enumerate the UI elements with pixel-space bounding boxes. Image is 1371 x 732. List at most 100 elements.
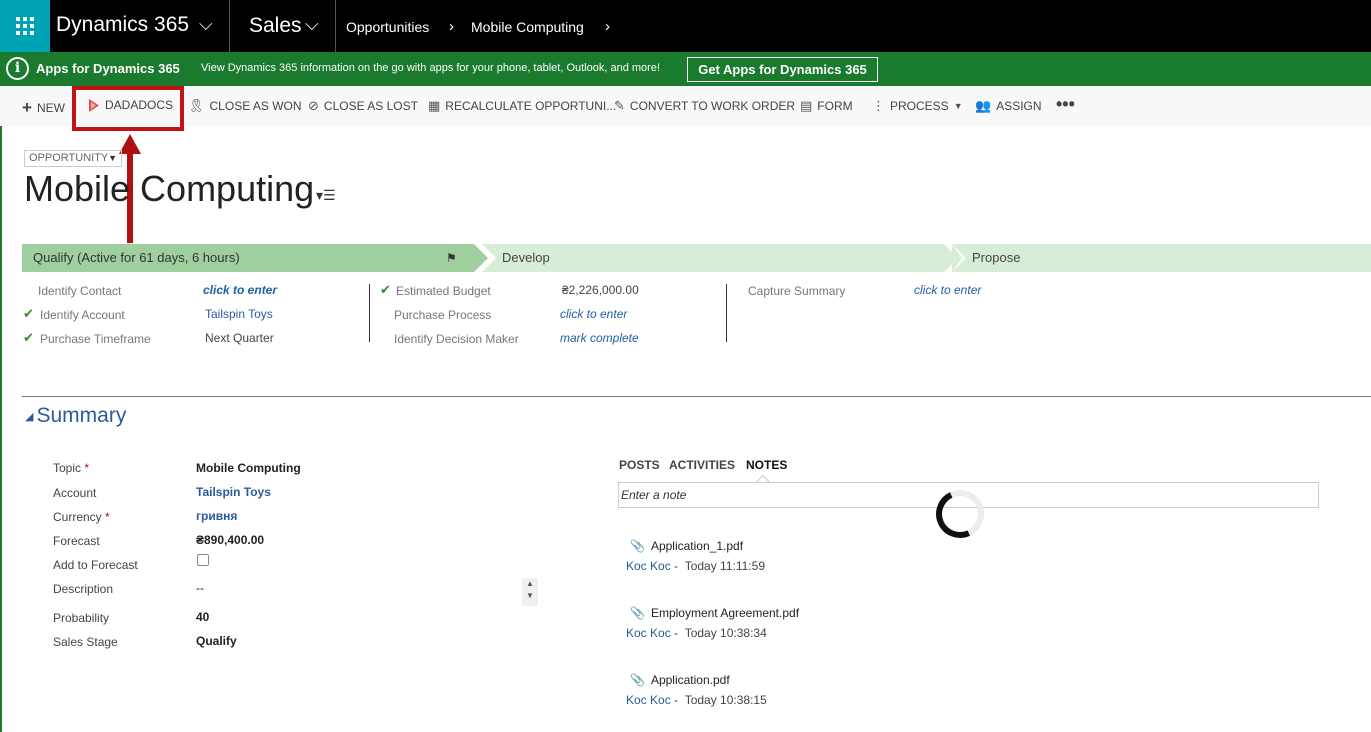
- forecast-label: Forecast: [53, 534, 100, 548]
- get-apps-button[interactable]: Get Apps for Dynamics 365: [687, 57, 878, 82]
- recalculate-button[interactable]: ▦ RECALCULATE OPPORTUNI...: [428, 98, 616, 114]
- step-divider: [369, 284, 370, 342]
- more-commands-icon[interactable]: •••: [1056, 94, 1075, 115]
- step-label: Identify Account: [40, 308, 125, 322]
- chevron-down-icon[interactable]: ⌵: [199, 14, 213, 35]
- chevron-down-icon[interactable]: ⌵: [305, 14, 319, 35]
- info-icon: i: [6, 57, 29, 80]
- note-author[interactable]: Koc Koc: [626, 693, 671, 707]
- breadcrumb-record[interactable]: Mobile Computing: [471, 19, 584, 35]
- form-button[interactable]: ▤ FORM: [800, 98, 853, 114]
- note-meta: Koc Koc - Today 10:38:34: [626, 626, 767, 640]
- paperclip-icon: 📎: [630, 606, 645, 620]
- entity-selector[interactable]: OPPORTUNITY ▼: [24, 150, 122, 167]
- step-divider: [726, 284, 727, 342]
- waffle-icon: [16, 17, 34, 35]
- description-scroll[interactable]: ▲ ▼: [522, 578, 538, 606]
- tab-posts[interactable]: POSTS: [619, 458, 660, 472]
- note-meta: Koc Koc - Today 11:11:59: [626, 559, 765, 573]
- business-process-flow: Qualify (Active for 61 days, 6 hours) ⚑ …: [22, 244, 1371, 272]
- currency-label: Currency *: [53, 510, 110, 524]
- step-label: Capture Summary: [748, 284, 846, 298]
- step-value[interactable]: click to enter: [914, 283, 981, 297]
- note-author[interactable]: Koc Koc: [626, 559, 671, 573]
- required-icon: *: [84, 461, 90, 475]
- note-attachment[interactable]: 📎 Application.pdf: [630, 673, 730, 687]
- caret-down-icon: ▼: [108, 153, 117, 163]
- topic-label: Topic *: [53, 461, 90, 475]
- step-label: Identify Contact: [38, 284, 122, 298]
- block-icon: ⊘: [308, 98, 319, 113]
- note-time: Today 11:11:59: [684, 559, 765, 573]
- step-label: Purchase Process: [394, 308, 492, 322]
- section-divider: [22, 396, 1371, 397]
- banner-title: Apps for Dynamics 365: [36, 61, 180, 76]
- step-value[interactable]: click to enter: [203, 283, 277, 297]
- probability-label: Probability: [53, 611, 110, 625]
- step-value[interactable]: Tailspin Toys: [205, 307, 273, 321]
- stage-develop[interactable]: Develop: [482, 244, 952, 272]
- form-icon: ▤: [800, 98, 813, 113]
- probability-value[interactable]: 40: [196, 610, 209, 624]
- note-attachment[interactable]: 📎 Employment Agreement.pdf: [630, 606, 799, 620]
- collapse-icon: ◢: [25, 410, 34, 423]
- note-author[interactable]: Koc Koc: [626, 626, 671, 640]
- top-nav-bar: Dynamics 365 ⌵ Sales ⌵ Opportunities › M…: [0, 0, 1371, 52]
- new-button[interactable]: + NEW: [22, 98, 65, 118]
- step-value[interactable]: Next Quarter: [205, 331, 274, 345]
- flag-icon[interactable]: ⚑: [446, 251, 457, 265]
- stage-qualify[interactable]: Qualify (Active for 61 days, 6 hours): [22, 244, 482, 272]
- step-label: Estimated Budget: [396, 284, 491, 298]
- check-icon: ✔: [380, 282, 391, 297]
- page-title: Mobile Computing: [24, 168, 315, 209]
- stage-propose[interactable]: Propose: [952, 244, 1371, 272]
- title-menu-icon[interactable]: ▾☰: [316, 187, 336, 204]
- apps-banner: i Apps for Dynamics 365 View Dynamics 36…: [0, 52, 1371, 86]
- tab-activities[interactable]: ACTIVITIES: [669, 458, 735, 472]
- chevron-right-icon: ›: [449, 18, 454, 35]
- summary-section-header[interactable]: ◢ Summary: [25, 404, 126, 428]
- note-time: Today 10:38:34: [684, 626, 767, 640]
- command-bar: + NEW DADADOCS 🎗 CLOSE AS WON ⊘ CLOSE AS…: [0, 86, 1371, 126]
- paperclip-icon: 📎: [630, 673, 645, 687]
- note-meta: Koc Koc - Today 10:38:15: [626, 693, 767, 707]
- nav-divider: [335, 0, 336, 52]
- check-icon: ✔: [23, 306, 34, 321]
- close-as-won-button[interactable]: 🎗 CLOSE AS WON: [188, 98, 302, 114]
- account-label: Account: [53, 486, 97, 500]
- note-time: Today 10:38:15: [684, 693, 767, 707]
- nav-divider: [229, 0, 230, 52]
- step-label: Purchase Timeframe: [40, 332, 151, 346]
- ribbon-icon: 🎗: [188, 98, 205, 113]
- description-value[interactable]: --: [196, 581, 204, 595]
- note-attachment[interactable]: 📎 Application_1.pdf: [630, 539, 743, 553]
- step-value[interactable]: mark complete: [560, 331, 639, 345]
- process-icon: ⋮: [872, 98, 885, 113]
- convert-to-work-order-button[interactable]: ✎ CONVERT TO WORK ORDER: [614, 98, 795, 114]
- sales-stage-label: Sales Stage: [53, 635, 118, 649]
- chevron-right-icon[interactable]: ›: [605, 18, 610, 35]
- description-label: Description: [53, 582, 114, 596]
- highlight-box: [72, 86, 184, 131]
- brand-title[interactable]: Dynamics 365: [56, 13, 189, 37]
- step-label: Identify Decision Maker: [394, 332, 519, 346]
- assign-users-icon: 👥: [975, 98, 992, 113]
- paperclip-icon: 📎: [630, 539, 645, 553]
- forecast-value[interactable]: ₴890,400.00: [196, 533, 264, 547]
- process-button[interactable]: ⋮ PROCESS ▼: [872, 98, 963, 114]
- step-value[interactable]: click to enter: [560, 307, 627, 321]
- add-to-forecast-checkbox[interactable]: [197, 554, 209, 566]
- caret-down-icon: ▼: [953, 101, 963, 111]
- app-launcher-button[interactable]: [0, 0, 50, 52]
- tab-notes[interactable]: NOTES: [746, 458, 787, 472]
- app-name[interactable]: Sales: [249, 14, 302, 38]
- breadcrumb-opportunities[interactable]: Opportunities: [346, 19, 429, 35]
- sales-stage-value[interactable]: Qualify: [196, 634, 237, 648]
- plus-icon: +: [22, 98, 32, 117]
- close-as-lost-button[interactable]: ⊘ CLOSE AS LOST: [308, 98, 418, 114]
- assign-button[interactable]: 👥 ASSIGN: [975, 98, 1042, 114]
- currency-value[interactable]: гривня: [196, 509, 237, 523]
- step-value[interactable]: ₴2,226,000.00: [562, 283, 639, 297]
- account-value[interactable]: Tailspin Toys: [196, 485, 271, 499]
- topic-value[interactable]: Mobile Computing: [196, 461, 301, 475]
